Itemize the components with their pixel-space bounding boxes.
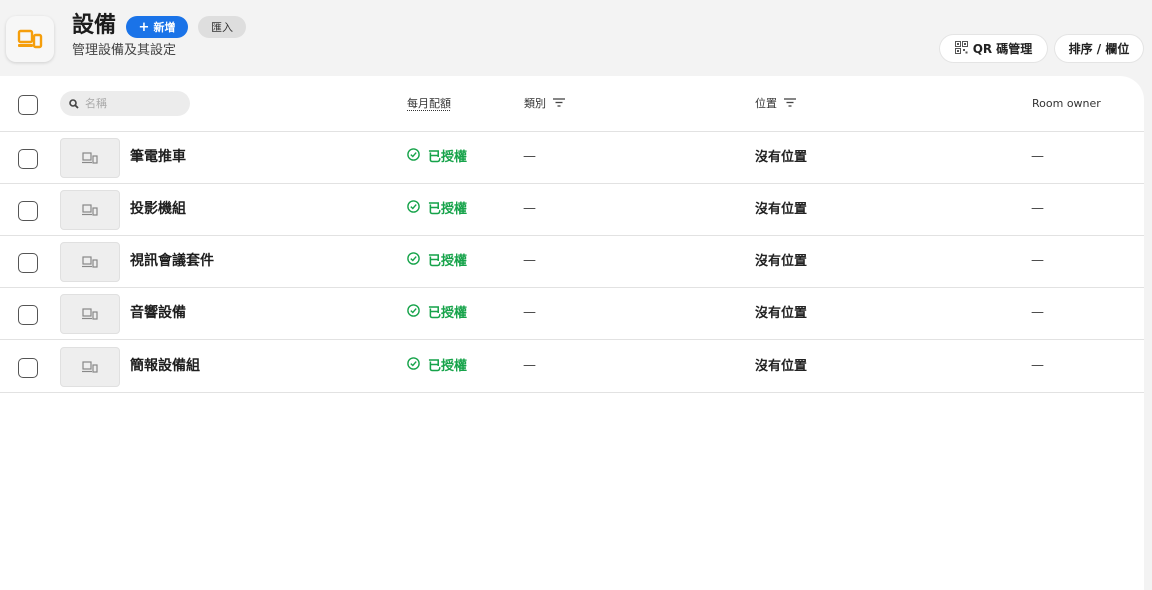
column-header-quota[interactable]: 每月配額 bbox=[407, 96, 451, 112]
import-button[interactable]: 匯入 bbox=[198, 16, 246, 38]
device-name[interactable]: 簡報設備組 bbox=[130, 357, 200, 375]
status-badge: 已授權 bbox=[407, 200, 467, 219]
select-all-checkbox[interactable] bbox=[18, 95, 38, 115]
location-value: 沒有位置 bbox=[755, 359, 808, 374]
row-checkbox[interactable] bbox=[18, 253, 38, 273]
table-row[interactable]: 視訊會議套件 已授權 — 沒有位置 — bbox=[0, 236, 1144, 288]
column-header-quota-label: 每月配額 bbox=[407, 97, 451, 110]
check-circle-icon bbox=[407, 304, 420, 323]
check-circle-icon bbox=[407, 148, 420, 167]
add-device-button[interactable]: + 新增 bbox=[126, 16, 188, 38]
import-button-label: 匯入 bbox=[211, 21, 233, 34]
device-thumbnail bbox=[60, 138, 120, 178]
table-row[interactable]: 筆電推車 已授權 — 沒有位置 — bbox=[0, 132, 1144, 184]
check-circle-icon bbox=[407, 357, 420, 376]
device-name[interactable]: 投影機組 bbox=[130, 200, 186, 218]
devices-table: 每月配額 類別 位置 Room owner bbox=[0, 76, 1144, 590]
page-title: 設備 bbox=[72, 13, 117, 38]
status-label: 已授權 bbox=[428, 201, 468, 217]
category-value: — bbox=[523, 305, 536, 320]
search-box[interactable] bbox=[60, 91, 190, 116]
row-checkbox[interactable] bbox=[18, 305, 38, 325]
owner-value: — bbox=[1031, 305, 1044, 320]
device-name[interactable]: 音響設備 bbox=[130, 304, 186, 322]
owner-value: — bbox=[1031, 201, 1044, 216]
device-thumbnail bbox=[60, 242, 120, 282]
qr-management-button[interactable]: QR 碼管理 bbox=[940, 35, 1047, 62]
location-value: 沒有位置 bbox=[755, 254, 808, 269]
device-name[interactable]: 視訊會議套件 bbox=[130, 252, 214, 270]
device-thumbnail bbox=[60, 347, 120, 387]
status-label: 已授權 bbox=[428, 253, 468, 269]
plus-icon: + bbox=[138, 19, 150, 35]
category-value: — bbox=[523, 253, 536, 268]
status-label: 已授權 bbox=[428, 358, 468, 374]
device-name[interactable]: 筆電推車 bbox=[130, 148, 186, 166]
table-row[interactable]: 音響設備 已授權 — 沒有位置 — bbox=[0, 288, 1144, 340]
device-thumbnail bbox=[60, 190, 120, 230]
device-thumbnail bbox=[60, 294, 120, 334]
check-circle-icon bbox=[407, 200, 420, 219]
sort-columns-button[interactable]: 排序 / 欄位 bbox=[1055, 35, 1143, 62]
sort-columns-label: 排序 / 欄位 bbox=[1068, 42, 1130, 56]
table-row[interactable]: 簡報設備組 已授權 — 沒有位置 — bbox=[0, 340, 1144, 393]
owner-value: — bbox=[1031, 358, 1044, 373]
status-label: 已授權 bbox=[428, 149, 468, 165]
owner-value: — bbox=[1031, 149, 1044, 164]
add-device-button-label: 新增 bbox=[153, 21, 176, 34]
row-checkbox[interactable] bbox=[18, 201, 38, 221]
column-header-owner[interactable]: Room owner bbox=[1032, 96, 1101, 112]
column-header-location[interactable]: 位置 bbox=[755, 96, 796, 112]
status-label: 已授權 bbox=[428, 305, 468, 321]
qr-code-icon bbox=[954, 40, 968, 57]
page-subtitle: 管理設備及其設定 bbox=[72, 43, 177, 58]
location-value: 沒有位置 bbox=[755, 202, 808, 217]
table-row[interactable]: 投影機組 已授權 — 沒有位置 — bbox=[0, 184, 1144, 236]
location-value: 沒有位置 bbox=[755, 150, 808, 165]
owner-value: — bbox=[1031, 253, 1044, 268]
app-devices-icon bbox=[6, 16, 54, 62]
search-input[interactable] bbox=[85, 97, 180, 110]
column-header-location-label: 位置 bbox=[755, 97, 777, 110]
category-value: — bbox=[523, 201, 536, 216]
status-badge: 已授權 bbox=[407, 357, 467, 376]
filter-icon[interactable] bbox=[553, 96, 565, 112]
device-icon bbox=[82, 201, 98, 220]
device-icon bbox=[82, 305, 98, 324]
search-icon bbox=[69, 94, 79, 113]
device-icon bbox=[82, 253, 98, 272]
filter-icon[interactable] bbox=[784, 96, 796, 112]
check-circle-icon bbox=[407, 252, 420, 271]
location-value: 沒有位置 bbox=[755, 306, 808, 321]
category-value: — bbox=[523, 358, 536, 373]
row-checkbox[interactable] bbox=[18, 358, 38, 378]
qr-management-label: QR 碼管理 bbox=[972, 42, 1033, 56]
status-badge: 已授權 bbox=[407, 304, 467, 323]
category-value: — bbox=[523, 149, 536, 164]
row-checkbox[interactable] bbox=[18, 149, 38, 169]
column-header-category-label: 類別 bbox=[524, 97, 546, 110]
device-icon bbox=[82, 358, 98, 377]
column-header-category[interactable]: 類別 bbox=[524, 96, 565, 112]
column-header-owner-label: Room owner bbox=[1032, 97, 1101, 110]
device-icon bbox=[82, 149, 98, 168]
status-badge: 已授權 bbox=[407, 252, 467, 271]
status-badge: 已授權 bbox=[407, 148, 467, 167]
